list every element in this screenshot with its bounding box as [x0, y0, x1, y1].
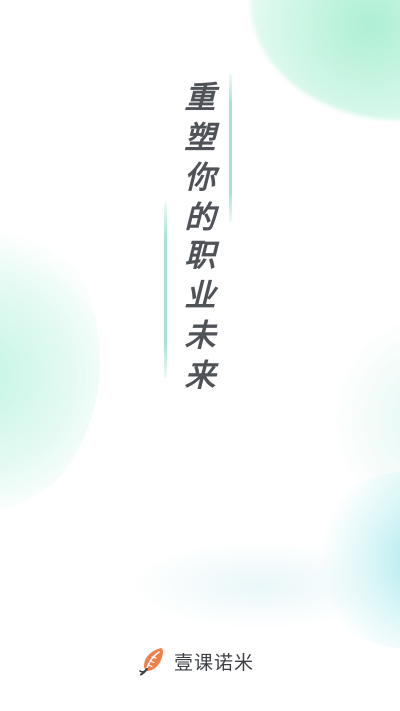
slogan-char: 你	[184, 160, 216, 196]
brand-lockup: 壹课诺米	[136, 644, 254, 678]
slogan-line-2: 职 业 未 来	[180, 236, 220, 396]
splash-screen: 重 塑 你 的 职 业 未 来 壹课诺米	[0, 0, 400, 711]
decorative-glow-left	[0, 210, 100, 510]
slogan-char: 塑	[184, 120, 216, 156]
brand-name: 壹课诺米	[174, 651, 255, 674]
slogan-char: 来	[184, 358, 216, 394]
slogan-char: 未	[184, 318, 216, 354]
slogan-char: 业	[184, 278, 216, 314]
slogan-line-1: 重 塑 你 的	[180, 78, 220, 238]
accent-line-left	[164, 202, 167, 378]
slogan-char: 职	[184, 238, 216, 274]
accent-line-right	[229, 74, 232, 222]
decorative-glow-top-right	[250, 0, 400, 120]
decorative-glow-bottom	[130, 540, 390, 630]
decorative-glow-bottom-right	[300, 470, 400, 650]
feather-quill-icon	[136, 644, 170, 678]
decorative-glow-right	[320, 320, 400, 520]
slogan-char: 重	[184, 80, 216, 116]
slogan-char: 的	[184, 200, 216, 236]
